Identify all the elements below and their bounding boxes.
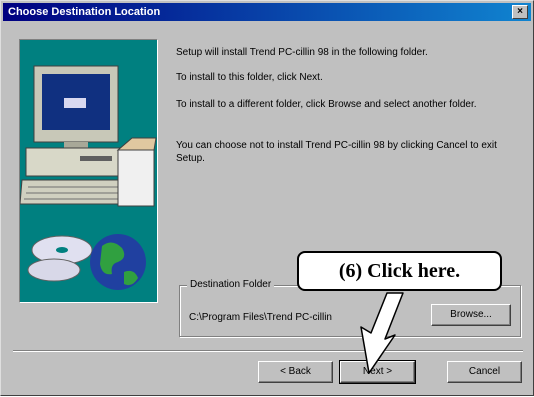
dialog-title: Choose Destination Location (8, 6, 161, 18)
globe-icon (90, 234, 146, 290)
destination-path: C:\Program Files\Trend PC-cillin (189, 312, 332, 323)
button-separator (13, 350, 523, 352)
cancel-button[interactable]: Cancel (447, 361, 522, 383)
cancel-instruction-text: You can choose not to install Trend PC-c… (176, 140, 497, 164)
computer-icon (19, 65, 157, 207)
next-instruction-text: To install to this folder, click Next. (176, 72, 323, 83)
intro-text: Setup will install Trend PC-cillin 98 in… (176, 47, 428, 58)
browse-instruction-text: To install to a different folder, click … (176, 99, 477, 110)
browse-button[interactable]: Browse... (431, 304, 511, 326)
click-here-callout: (6) Click here. (297, 251, 502, 291)
title-bar[interactable]: Choose Destination Location × (3, 3, 531, 21)
destination-frame-label: Destination Folder (187, 279, 275, 290)
close-button[interactable]: × (512, 5, 528, 19)
setup-dialog: Choose Destination Location × Setup will… (0, 0, 534, 396)
setup-illustration (19, 39, 158, 303)
cd-icon (27, 235, 93, 282)
next-button[interactable]: Next > (339, 360, 416, 384)
back-button[interactable]: < Back (258, 361, 333, 383)
